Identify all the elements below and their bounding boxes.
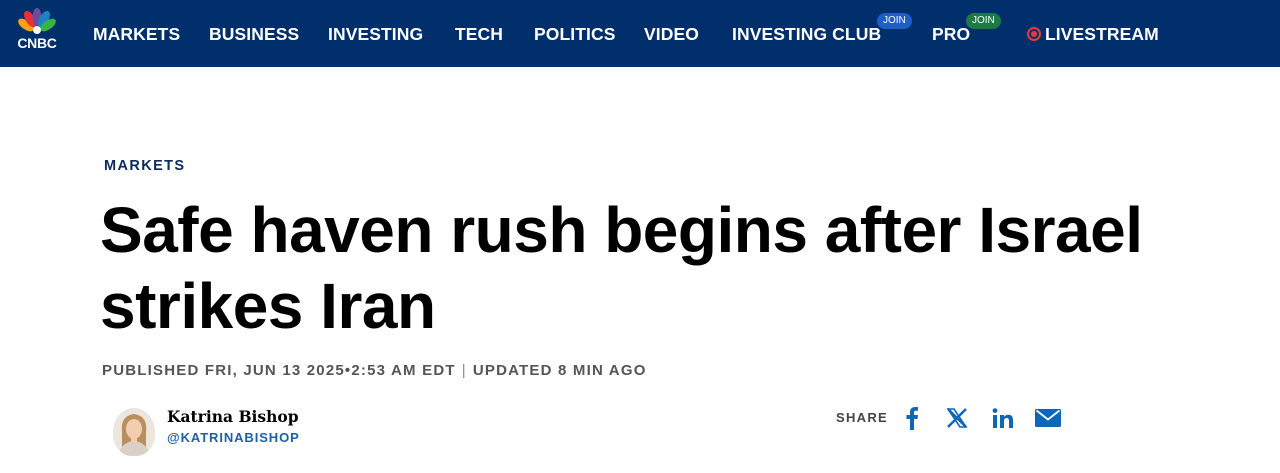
author-handle[interactable]: @KATRINABISHOP xyxy=(167,430,300,445)
nav-pro[interactable]: PRO xyxy=(932,23,970,45)
published-line: PUBLISHED FRI, JUN 13 2025•2:53 AM EDT | U… xyxy=(102,362,647,379)
headline: Safe haven rush begins after Israel stri… xyxy=(100,194,1143,342)
published-date: PUBLISHED FRI, JUN 13 2025•2:53 AM EDT xyxy=(102,362,456,379)
linkedin-icon[interactable] xyxy=(990,405,1016,431)
nav-investing-club[interactable]: INVESTING CLUB xyxy=(732,23,881,45)
nav-markets[interactable]: MARKETS xyxy=(93,23,180,45)
nav-tech[interactable]: TECH xyxy=(455,23,503,45)
cnbc-logo[interactable]: CNBC xyxy=(9,8,65,54)
logo-text: CNBC xyxy=(17,35,57,51)
investing-club-join-badge[interactable]: JOIN xyxy=(877,13,912,29)
updated-time: UPDATED 8 MIN AGO xyxy=(472,362,647,379)
email-icon[interactable] xyxy=(1035,405,1061,431)
nav-business[interactable]: BUSINESS xyxy=(209,23,299,45)
nav-politics[interactable]: POLITICS xyxy=(534,23,616,45)
author-avatar[interactable] xyxy=(113,408,155,456)
x-icon[interactable] xyxy=(944,405,970,431)
published-separator: | xyxy=(461,362,467,379)
nav-video[interactable]: VIDEO xyxy=(644,23,699,45)
section-label[interactable]: MARKETS xyxy=(104,158,186,174)
top-nav: CNBC MARKETS BUSINESS INVESTING TECH POL… xyxy=(0,0,1280,67)
nav-investing[interactable]: INVESTING xyxy=(328,23,423,45)
author-name[interactable]: Katrina Bishop xyxy=(167,407,299,426)
share-label: SHARE xyxy=(836,410,889,425)
pro-join-badge[interactable]: JOIN xyxy=(966,13,1001,29)
live-indicator-icon xyxy=(1027,27,1041,41)
peacock-icon xyxy=(18,8,56,34)
facebook-icon[interactable] xyxy=(899,405,925,431)
nav-livestream[interactable]: LIVESTREAM xyxy=(1045,23,1159,45)
